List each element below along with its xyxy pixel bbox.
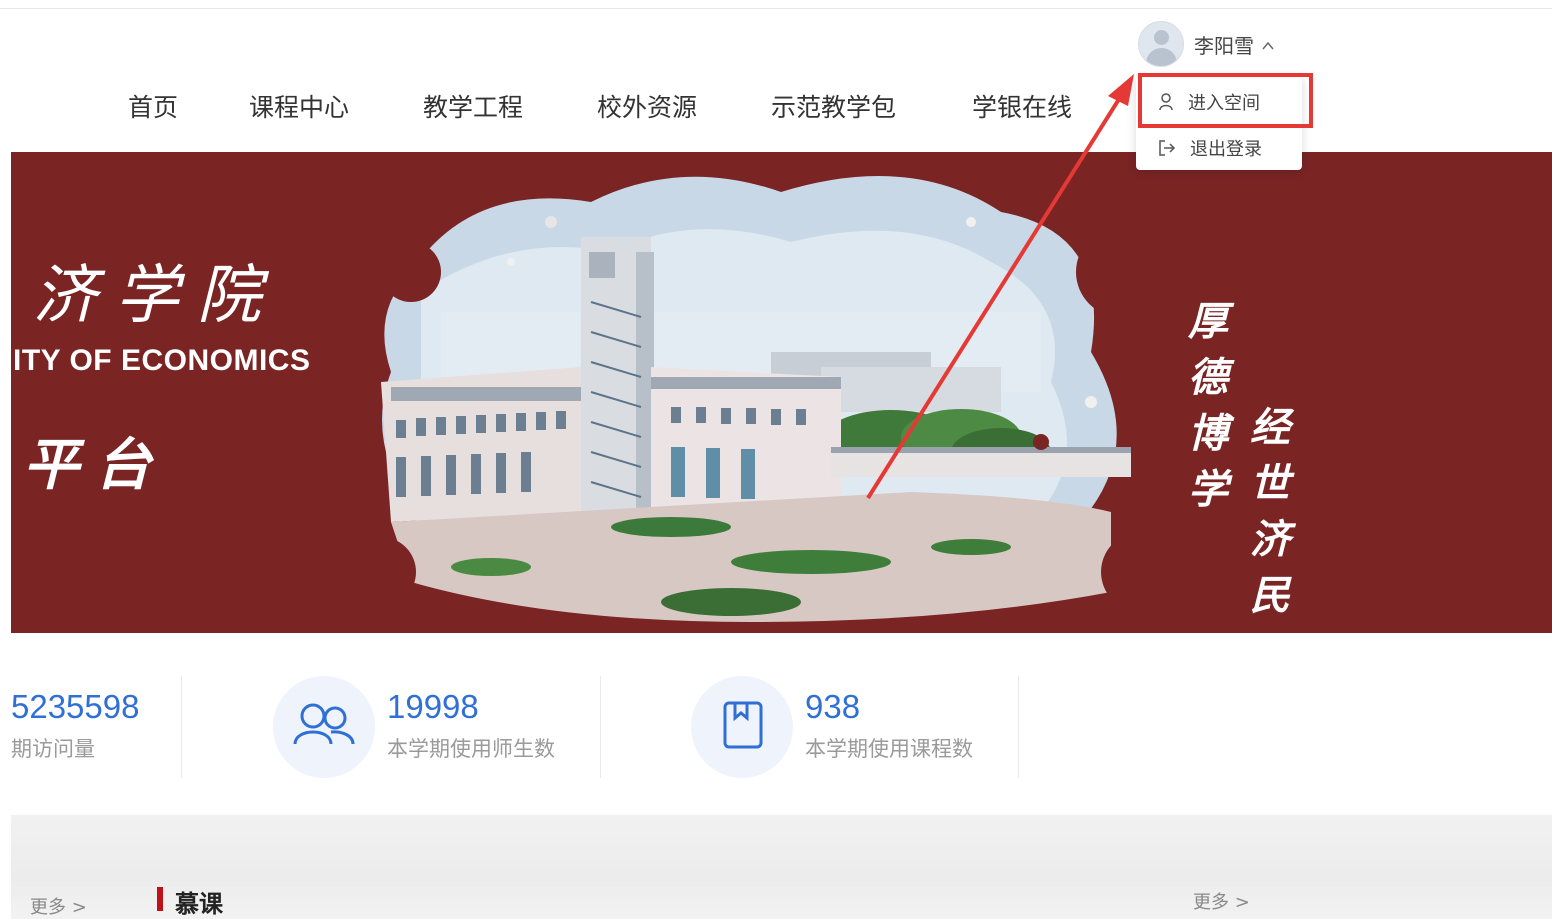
more-link-right[interactable]: 更多 > — [1193, 888, 1250, 914]
book-icon — [691, 676, 793, 778]
enter-space-menu-item[interactable]: 进入空间 — [1136, 82, 1302, 122]
chevron-up-icon — [1262, 41, 1274, 50]
banner-motto-right: 经世济民 — [1250, 404, 1290, 619]
users-icon — [273, 676, 375, 778]
hero-banner: 济学院 ITY OF ECONOMICS 平台 厚德博学 经世济民 — [11, 152, 1552, 633]
avatar — [1138, 21, 1184, 67]
banner-platform-text: 平台 — [23, 432, 167, 498]
nav-item-home[interactable]: 首页 — [128, 88, 178, 124]
nav-item-teaching-project[interactable]: 教学工程 — [423, 88, 523, 124]
stat-divider — [181, 676, 182, 778]
nav-item-external-resources[interactable]: 校外资源 — [597, 88, 697, 124]
logout-label: 退出登录 — [1190, 139, 1262, 160]
stat-divider — [600, 676, 601, 778]
stat-divider — [1018, 676, 1019, 778]
mooc-section — [11, 815, 1552, 919]
nav-item-xueyin-online[interactable]: 学银在线 — [972, 88, 1072, 124]
user-dropdown-menu: 进入空间 退出登录 — [1136, 76, 1302, 170]
nav-item-demo-teaching-package[interactable]: 示范教学包 — [771, 88, 896, 124]
stat-users-value: 19998 — [387, 688, 479, 725]
top-divider — [0, 8, 1552, 9]
logout-icon — [1159, 140, 1176, 156]
section-title-mooc: 慕课 — [157, 884, 223, 918]
enter-space-label: 进入空间 — [1188, 93, 1260, 114]
stat-visits-value: 5235598 — [11, 688, 140, 725]
stat-courses-label: 本学期使用课程数 — [805, 737, 973, 761]
banner-title: 济学院 — [33, 259, 279, 333]
nav-item-course-center[interactable]: 课程中心 — [249, 88, 349, 124]
more-link-left[interactable]: 更多 > — [30, 893, 87, 919]
user-name: 李阳雪 — [1194, 33, 1254, 58]
stat-visits-label: 期访问量 — [11, 737, 95, 761]
user-menu-trigger[interactable]: 李阳雪 — [1138, 21, 1274, 67]
stat-courses-value: 938 — [805, 688, 861, 725]
banner-english-subtitle: ITY OF ECONOMICS — [13, 344, 311, 377]
user-icon — [1159, 93, 1173, 111]
logout-menu-item[interactable]: 退出登录 — [1136, 128, 1302, 168]
stat-users-label: 本学期使用师生数 — [387, 737, 555, 761]
banner-motto-left: 厚德博学 — [1188, 298, 1228, 513]
campus-photo — [351, 157, 1171, 622]
